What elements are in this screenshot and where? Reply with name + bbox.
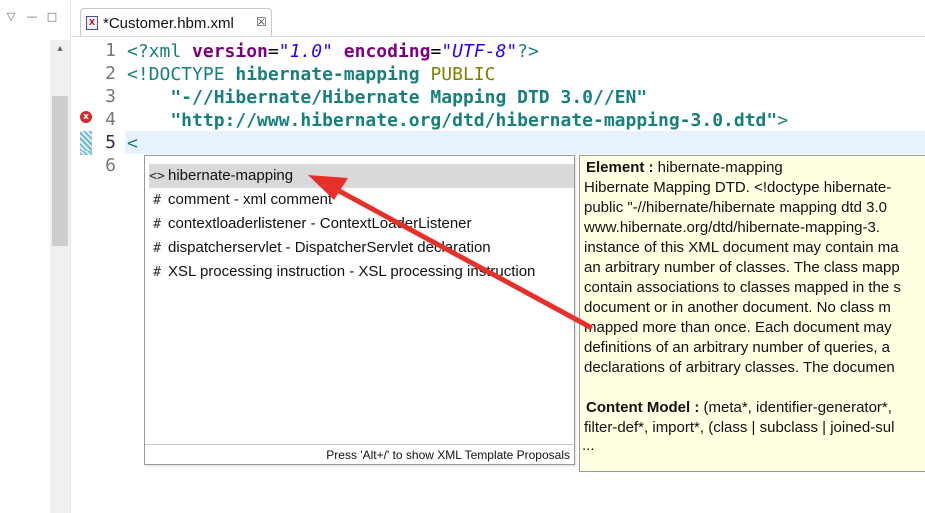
info-description-line: mapped more than once. Each document may	[584, 319, 892, 336]
info-description-line: www.hibernate.org/dtd/hibernate-mapping-…	[584, 219, 881, 236]
scrollbar-thumb[interactable]	[52, 96, 68, 246]
editor-tab-customer-hbm[interactable]: X *Customer.hbm.xml ☒	[80, 8, 272, 36]
info-description-line: document or in another document. No clas…	[584, 299, 891, 316]
proposal-label: comment - xml comment	[168, 191, 333, 208]
attr-encoding: encoding	[343, 41, 431, 62]
template-icon: #	[153, 193, 161, 208]
proposals-footer-hint: Press 'Alt+/' to show XML Template Propo…	[145, 444, 574, 464]
template-icon: #	[153, 217, 161, 232]
element-label: Element :	[586, 159, 654, 176]
maximize-icon[interactable]: —	[26, 11, 38, 23]
line-number: 6	[105, 155, 116, 176]
content-model-label: Content Model :	[586, 399, 700, 416]
info-description-line: contain associations to classes mapped i…	[584, 279, 901, 296]
error-marker-icon[interactable]: x	[80, 111, 92, 123]
xml-decl-close: ?>	[517, 41, 539, 62]
code-line-4[interactable]: "http://www.hibernate.org/dtd/hibernate-…	[127, 109, 788, 132]
doctype-close: >	[777, 110, 789, 131]
line-number: 1	[105, 40, 116, 61]
change-marker-line5	[80, 131, 92, 151]
proposal-label: dispatcherservlet - DispatcherServlet de…	[168, 239, 491, 256]
element-value: hibernate-mapping	[653, 159, 783, 176]
proposal-item-dispatcherservlet[interactable]: # dispatcherservlet - DispatcherServlet d…	[149, 236, 574, 260]
content-assist-popup: <> hibernate-mapping # comment - xml comme…	[144, 155, 575, 465]
info-description-line: Hibernate Mapping DTD. <!doctype hiberna…	[584, 179, 892, 196]
line-number: 3	[105, 86, 116, 107]
content-model-heading: Content Model : (meta*, identifier-gener…	[586, 398, 892, 418]
element-info-popup: Element : hibernate-mapping Hibernate Ma…	[579, 155, 925, 472]
code-line-1[interactable]: <?xml version="1.0" encoding="UTF-8"?>	[127, 40, 539, 63]
restore-icon[interactable]: □	[46, 11, 58, 23]
code-line-3[interactable]: "-//Hibernate/Hibernate Mapping DTD 3.0/…	[127, 86, 647, 109]
doctype-name: hibernate-mapping	[235, 64, 420, 85]
line-number: 5	[105, 132, 116, 153]
element-icon: <>	[149, 169, 165, 184]
tab-title: *Customer.hbm.xml	[103, 15, 234, 32]
proposal-item-hibernate-mapping[interactable]: <> hibernate-mapping	[149, 164, 574, 188]
line-number: 2	[105, 63, 116, 84]
info-description-line: definitions of an arbitrary number of qu…	[584, 339, 890, 356]
scroll-up-icon[interactable]: ▴	[50, 40, 70, 58]
info-description-line: declarations of arbitrary classes. The d…	[584, 359, 895, 376]
proposal-item-contextloaderlistener[interactable]: # contextloaderlistener - ContextLoaderLi…	[149, 212, 574, 236]
dtd-system-url: "http://www.hibernate.org/dtd/hibernate-…	[127, 110, 778, 131]
attr-version: version	[192, 41, 268, 62]
content-model-line: filter-def*, import*, (class | subclass …	[584, 419, 895, 436]
proposal-label: XSL processing instruction - XSL process…	[168, 263, 536, 280]
code-line-5[interactable]: <	[127, 132, 138, 155]
info-description-line: public "-//hibernate/hibernate mapping d…	[584, 199, 888, 216]
proposal-item-xsl-processing[interactable]: # XSL processing instruction - XSL proces…	[149, 260, 574, 284]
current-line-highlight	[125, 131, 925, 154]
template-icon: #	[153, 265, 161, 280]
info-description-line: an arbitrary number of classes. The clas…	[584, 259, 900, 276]
value-version: "1.0"	[278, 41, 333, 62]
equals: =	[430, 41, 442, 62]
tab-divider	[71, 36, 925, 37]
proposal-label: hibernate-mapping	[168, 167, 294, 184]
info-description-line: instance of this XML document may contai…	[584, 239, 899, 256]
xml-decl-open: <?xml	[127, 41, 193, 62]
left-view-panel: ▽ — □ ▴	[0, 0, 71, 513]
content-model-value: (meta*, identifier-generator*,	[699, 399, 892, 416]
content-model-ellipsis: ...	[582, 437, 595, 454]
equals: =	[267, 41, 279, 62]
element-heading: Element : hibernate-mapping	[586, 158, 783, 178]
proposal-label: contextloaderlistener - ContextLoaderLis…	[168, 215, 472, 232]
proposal-item-comment[interactable]: # comment - xml comment	[149, 188, 574, 212]
code-line-2[interactable]: <!DOCTYPE hibernate-mapping PUBLIC	[127, 63, 495, 86]
minimize-icon[interactable]: ▽	[5, 11, 17, 23]
template-icon: #	[153, 241, 161, 256]
line-number: 4	[105, 109, 116, 130]
value-encoding: "UTF-8"	[441, 41, 518, 62]
close-tab-icon[interactable]: ☒	[256, 15, 267, 29]
doctype-open: <!DOCTYPE	[127, 64, 236, 85]
change-marker-edge	[80, 151, 92, 155]
vertical-scrollbar[interactable]: ▴	[50, 40, 70, 513]
xml-file-icon: X	[86, 16, 98, 30]
doctype-public-keyword: PUBLIC	[430, 64, 496, 85]
